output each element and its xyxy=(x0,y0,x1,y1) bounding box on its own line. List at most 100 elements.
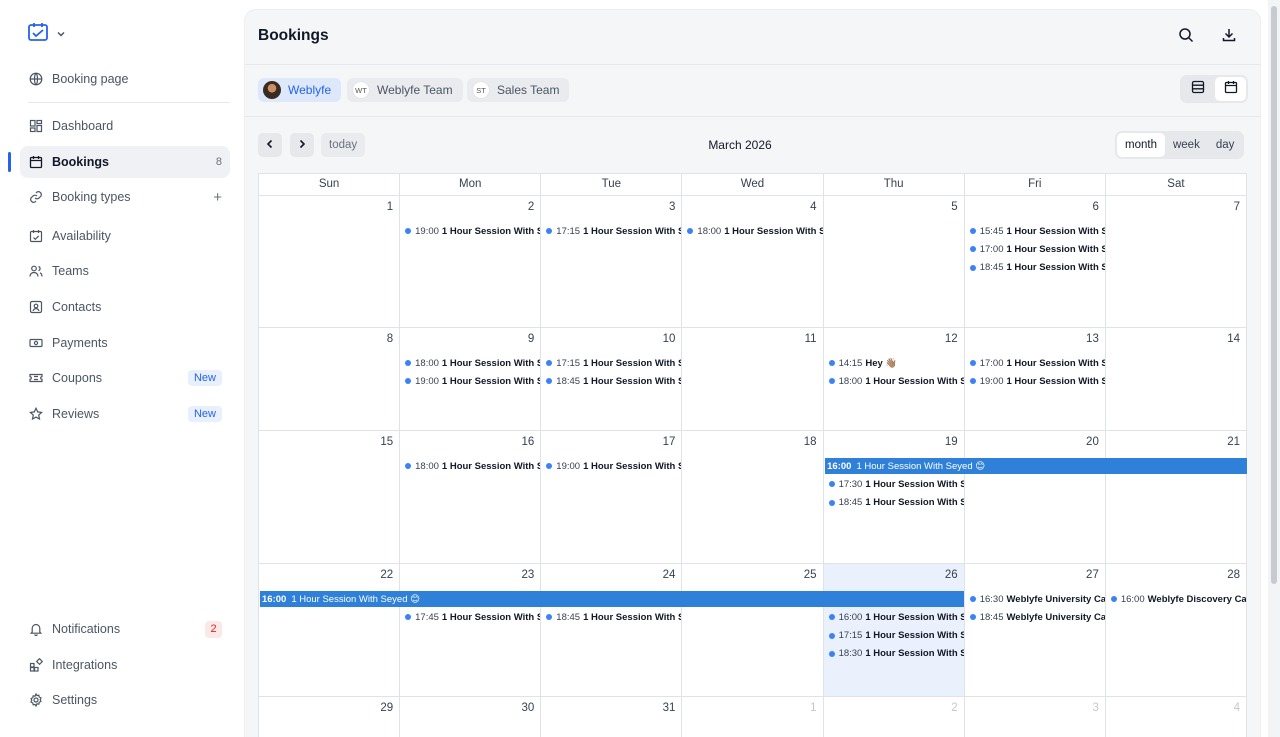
day-cell[interactable]: 2 xyxy=(822,697,964,737)
event-dot xyxy=(546,614,553,621)
day-cell[interactable]: 31 xyxy=(540,697,681,737)
day-cell[interactable]: 15 xyxy=(259,431,399,563)
sidebar-item-notifications[interactable]: Notifications 2 xyxy=(20,613,230,645)
day-cell[interactable]: 11 xyxy=(681,328,822,430)
booking-event[interactable]: 18:45 1 Hour Session With S xyxy=(828,495,964,511)
booking-event[interactable]: 17:15 1 Hour Session With S xyxy=(828,628,964,644)
booking-event[interactable]: 16:30 Weblyfe University Ca xyxy=(969,591,1105,607)
add-booking-type-button[interactable]: + xyxy=(213,189,222,206)
sidebar-item-payments[interactable]: Payments xyxy=(20,327,230,359)
booking-event[interactable]: 19:00 1 Hour Session With S xyxy=(405,223,540,239)
booking-event[interactable]: 18:30 1 Hour Session With S xyxy=(828,646,964,662)
day-cell[interactable]: 29 xyxy=(259,697,399,737)
filter-chip-weblyfe-team[interactable]: WT Weblyfe Team xyxy=(347,78,463,102)
booking-event[interactable]: 18:45 Weblyfe University Ca xyxy=(969,609,1105,625)
day-cell[interactable]: 30 xyxy=(399,697,540,737)
day-cell[interactable]: 1 xyxy=(681,697,822,737)
day-cell[interactable]: 6 15:45 1 Hour Session With S 17:00 1 Hour S… xyxy=(963,196,1105,327)
sidebar-item-label: Booking page xyxy=(52,72,129,86)
filter-chip-weblyfe[interactable]: Weblyfe xyxy=(258,78,342,102)
day-cell[interactable]: 17 19:00 1 Hour Session With S xyxy=(540,431,681,563)
day-cell[interactable]: 19 17:30 1 Hour Session With S 18:45 1 Hour … xyxy=(822,431,964,563)
event-time: 19:00 xyxy=(415,225,439,237)
weekday-header: Sun Mon Tue Wed Thu Fri Sat xyxy=(259,174,1246,196)
booking-event[interactable]: 17:00 1 Hour Session With S xyxy=(969,241,1105,257)
booking-event[interactable]: 17:15 1 Hour Session With S xyxy=(546,355,681,371)
day-cell[interactable]: 3 xyxy=(963,697,1105,737)
sidebar-item-contacts[interactable]: Contacts xyxy=(20,291,230,323)
booking-event[interactable]: 16:00 Weblyfe Discovery Ca xyxy=(1110,591,1246,607)
sidebar-item-dashboard[interactable]: Dashboard xyxy=(20,110,230,142)
workspace-switcher[interactable] xyxy=(26,20,66,49)
event-title: 1 Hour Session With S xyxy=(583,225,682,237)
sidebar-item-reviews[interactable]: Reviews New xyxy=(20,398,230,430)
sidebar-item-availability[interactable]: Availability xyxy=(20,220,230,252)
day-cell[interactable]: 25 xyxy=(681,564,822,696)
day-cell[interactable]: 13 17:00 1 Hour Session With S 19:00 1 Hour … xyxy=(963,328,1105,430)
booking-event[interactable]: 17:15 1 Hour Session With S xyxy=(546,223,681,239)
booking-event[interactable]: 19:00 1 Hour Session With S xyxy=(546,458,681,474)
booking-event[interactable]: 16:00 1 Hour Session With S xyxy=(828,609,964,625)
sidebar-item-teams[interactable]: Teams xyxy=(20,255,230,287)
day-cell[interactable]: 1 xyxy=(259,196,399,327)
day-cell[interactable]: 8 xyxy=(259,328,399,430)
scrollbar-thumb[interactable] xyxy=(1271,6,1277,584)
star-icon xyxy=(29,407,43,421)
day-cell[interactable]: 3 17:15 1 Hour Session With S xyxy=(540,196,681,327)
scrollbar[interactable] xyxy=(1268,0,1280,737)
day-cell[interactable]: 12 14:15 Hey 👋🏽 18:00 1 Hour Session With S xyxy=(822,328,964,430)
download-button[interactable] xyxy=(1219,27,1239,47)
day-cell[interactable]: 4 xyxy=(1104,697,1246,737)
month-view-button[interactable]: month xyxy=(1117,133,1165,157)
search-button[interactable] xyxy=(1176,27,1196,47)
booking-event[interactable]: 19:00 1 Hour Session With S xyxy=(405,373,540,389)
booking-event[interactable]: 15:45 1 Hour Session With S xyxy=(969,223,1105,239)
day-cell[interactable]: 9 18:00 1 Hour Session With S 19:00 1 Hour S… xyxy=(399,328,540,430)
sidebar-item-booking-page[interactable]: Booking page xyxy=(20,63,230,95)
day-cell[interactable]: 14 xyxy=(1104,328,1246,430)
sidebar-item-settings[interactable]: Settings xyxy=(20,684,230,716)
sidebar-item-booking-types[interactable]: Booking types + xyxy=(20,181,230,213)
day-cell[interactable]: 23 17:45 1 Hour Session With S xyxy=(399,564,540,696)
day-cell[interactable]: 10 17:15 1 Hour Session With S 18:45 1 Hour … xyxy=(540,328,681,430)
booking-event[interactable]: 17:00 1 Hour Session With S xyxy=(969,355,1105,371)
day-cell[interactable]: 7 xyxy=(1104,196,1246,327)
sidebar-item-coupons[interactable]: Coupons New xyxy=(20,362,230,394)
booking-event[interactable]: 18:45 1 Hour Session With S xyxy=(546,373,681,389)
booking-event[interactable]: 18:45 1 Hour Session With S xyxy=(969,260,1105,276)
filter-chip-sales-team[interactable]: ST Sales Team xyxy=(467,78,570,102)
booking-event[interactable]: 18:00 1 Hour Session With S xyxy=(405,355,540,371)
booking-event[interactable]: 19:00 1 Hour Session With S xyxy=(969,373,1105,389)
day-cell[interactable]: 2 19:00 1 Hour Session With S xyxy=(399,196,540,327)
day-cell[interactable]: 28 16:00 Weblyfe Discovery Ca xyxy=(1104,564,1246,696)
day-cell[interactable]: 22 xyxy=(259,564,399,696)
multi-day-event[interactable]: 16:00 1 Hour Session With Seyed 😊 xyxy=(260,591,965,607)
multi-day-event[interactable]: 16:00 1 Hour Session With Seyed 😊 xyxy=(825,458,1247,474)
day-cell[interactable]: 26 16:00 1 Hour Session With S 17:15 1 Hour … xyxy=(822,564,964,696)
day-cell[interactable]: 4 18:00 1 Hour Session With S xyxy=(681,196,823,327)
day-cell[interactable]: 20 xyxy=(963,431,1105,563)
booking-event[interactable]: 17:30 1 Hour Session With S xyxy=(828,476,964,492)
event-dot xyxy=(969,246,976,253)
booking-event[interactable]: 18:00 1 Hour Session With S xyxy=(405,458,540,474)
sidebar-item-integrations[interactable]: Integrations xyxy=(20,649,230,681)
page-title: Bookings xyxy=(258,27,329,44)
calendar-view-button[interactable] xyxy=(1215,77,1246,101)
sidebar-item-bookings[interactable]: Bookings 8 xyxy=(20,146,230,178)
booking-event[interactable]: 17:45 1 Hour Session With S xyxy=(405,609,540,625)
day-cell[interactable]: 5 xyxy=(822,196,964,327)
day-cell[interactable]: 27 16:30 Weblyfe University Ca 18:45 Weblyfe… xyxy=(963,564,1105,696)
booking-event[interactable]: 14:15 Hey 👋🏽 xyxy=(828,355,964,371)
day-cell[interactable]: 21 xyxy=(1104,431,1246,563)
list-view-button[interactable] xyxy=(1182,77,1213,101)
booking-event[interactable]: 18:00 1 Hour Session With S xyxy=(828,373,964,389)
day-cell[interactable]: 16 18:00 1 Hour Session With S xyxy=(399,431,540,563)
day-view-button[interactable]: day xyxy=(1208,133,1243,157)
booking-event[interactable]: 18:00 1 Hour Session With S xyxy=(687,223,823,239)
week-view-button[interactable]: week xyxy=(1165,133,1208,157)
day-number: 28 xyxy=(1227,569,1240,581)
day-cell[interactable]: 18 xyxy=(681,431,822,563)
booking-event[interactable]: 18:45 1 Hour Session With S xyxy=(546,609,681,625)
event-time: 17:00 xyxy=(979,357,1004,369)
day-cell[interactable]: 24 18:45 1 Hour Session With S xyxy=(540,564,681,696)
